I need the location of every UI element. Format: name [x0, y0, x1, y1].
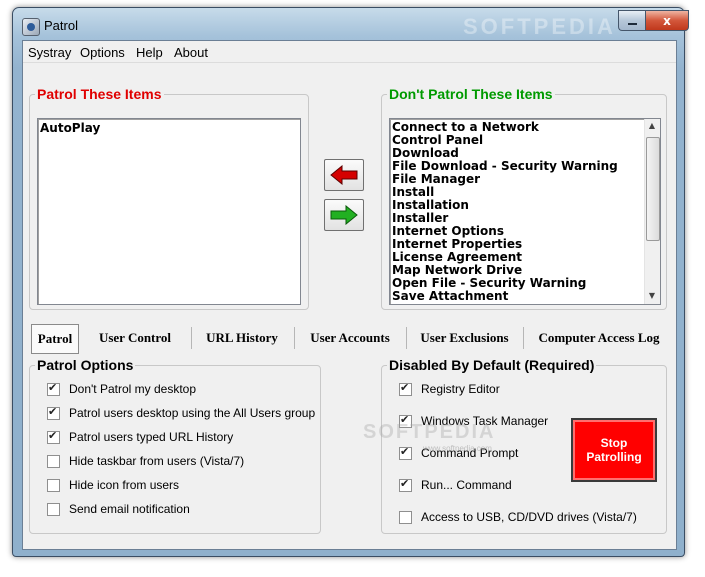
tab-computer-access-log[interactable]: Computer Access Log	[528, 324, 670, 352]
tab-separator	[191, 327, 192, 349]
scroll-down-icon[interactable]: ▼	[645, 290, 659, 302]
tab-user-control[interactable]: User Control	[85, 324, 185, 352]
minimize-icon	[627, 22, 637, 25]
checkbox[interactable]	[47, 454, 60, 468]
patrol-items-title: Patrol These Items	[35, 86, 164, 102]
checkbox-label: Patrol users typed URL History	[69, 430, 234, 444]
stop-label-line1: Stop	[600, 436, 628, 450]
patrol-option[interactable]: Patrol users desktop using the All Users…	[47, 405, 317, 421]
patrol-options-title: Patrol Options	[35, 357, 136, 373]
patrol-options-list: Don't Patrol my desktop Patrol users desk…	[47, 381, 317, 525]
checkbox[interactable]	[47, 478, 60, 492]
list-item[interactable]: AutoPlay	[40, 122, 298, 135]
tab-user-exclusions[interactable]: User Exclusions	[411, 324, 518, 352]
checkbox-label: Registry Editor	[421, 382, 500, 396]
close-button[interactable]: x	[645, 10, 689, 31]
checkbox[interactable]	[399, 477, 412, 492]
disabled-option[interactable]: Access to USB, CD/DVD drives (Vista/7)	[399, 509, 661, 525]
tab-separator	[523, 327, 524, 349]
watermark-url: www.softpedia.com	[423, 444, 492, 453]
green-right-arrow-icon	[330, 205, 358, 225]
checkbox-label: Patrol users desktop using the All Users…	[69, 406, 316, 420]
tab-bar: Patrol User Control URL History User Acc…	[31, 324, 671, 354]
scroll-up-icon[interactable]: ▲	[645, 120, 659, 132]
checkbox-label: Send email notification	[69, 502, 190, 516]
checkbox-label: Hide icon from users	[69, 478, 180, 492]
checkbox-label: Hide taskbar from users (Vista/7)	[69, 454, 245, 468]
menu-options[interactable]: Options	[80, 45, 125, 60]
move-to-patrol-button[interactable]	[324, 159, 364, 191]
checkbox[interactable]	[47, 381, 60, 396]
close-icon: x	[663, 13, 671, 28]
minimize-button[interactable]	[618, 10, 645, 31]
tab-separator	[294, 327, 295, 349]
checkbox-label: Run... Command	[421, 478, 512, 492]
patrol-items-list[interactable]: AutoPlay	[37, 118, 301, 305]
tab-url-history[interactable]: URL History	[195, 324, 289, 352]
tab-patrol[interactable]: Patrol	[31, 324, 79, 354]
menu-bar: Systray Options Help About	[23, 41, 676, 63]
stop-label-line2: Patrolling	[586, 450, 642, 464]
checkbox[interactable]	[47, 502, 60, 516]
title-bar[interactable]: Patrol SOFTPEDIA x	[13, 8, 689, 40]
checkbox[interactable]	[399, 510, 412, 524]
menu-about[interactable]: About	[174, 45, 208, 60]
move-to-dont-patrol-button[interactable]	[324, 199, 364, 231]
client-area: Systray Options Help About Patrol These …	[22, 40, 677, 550]
watermark: SOFTPEDIA	[463, 14, 616, 39]
red-left-arrow-icon	[330, 165, 358, 185]
app-icon	[22, 18, 40, 36]
scroll-thumb[interactable]	[646, 137, 660, 241]
dont-patrol-items-list[interactable]: Connect to a Network Control Panel Downloa…	[389, 118, 661, 305]
list-item[interactable]: Save Attachment	[392, 290, 642, 303]
checkbox-label: Don't Patrol my desktop	[69, 382, 197, 396]
disabled-default-title: Disabled By Default (Required)	[387, 357, 597, 373]
checkbox[interactable]	[47, 405, 60, 420]
window-title: Patrol	[44, 18, 78, 33]
tab-user-accounts[interactable]: User Accounts	[299, 324, 401, 352]
application-window: Patrol SOFTPEDIA x Systray Options Help …	[12, 7, 689, 557]
checkbox-label: Access to USB, CD/DVD drives (Vista/7)	[421, 510, 637, 524]
watermark-center: SOFTPEDIA	[363, 421, 496, 443]
menu-help[interactable]: Help	[136, 45, 163, 60]
patrol-option[interactable]: Patrol users typed URL History	[47, 429, 317, 445]
stop-patrolling-button[interactable]: Stop Patrolling	[571, 418, 657, 482]
checkbox[interactable]	[399, 445, 412, 460]
list-scrollbar[interactable]: ▲ ▼	[644, 119, 660, 304]
checkbox[interactable]	[399, 381, 412, 396]
patrol-option[interactable]: Hide taskbar from users (Vista/7)	[47, 453, 317, 469]
menu-systray[interactable]: Systray	[28, 45, 71, 60]
disabled-option[interactable]: Registry Editor	[399, 381, 661, 397]
dont-patrol-items-title: Don't Patrol These Items	[387, 86, 555, 102]
checkbox[interactable]	[47, 429, 60, 444]
tab-separator	[406, 327, 407, 349]
patrol-option[interactable]: Hide icon from users	[47, 477, 317, 493]
patrol-option[interactable]: Send email notification	[47, 501, 317, 517]
patrol-option[interactable]: Don't Patrol my desktop	[47, 381, 317, 397]
